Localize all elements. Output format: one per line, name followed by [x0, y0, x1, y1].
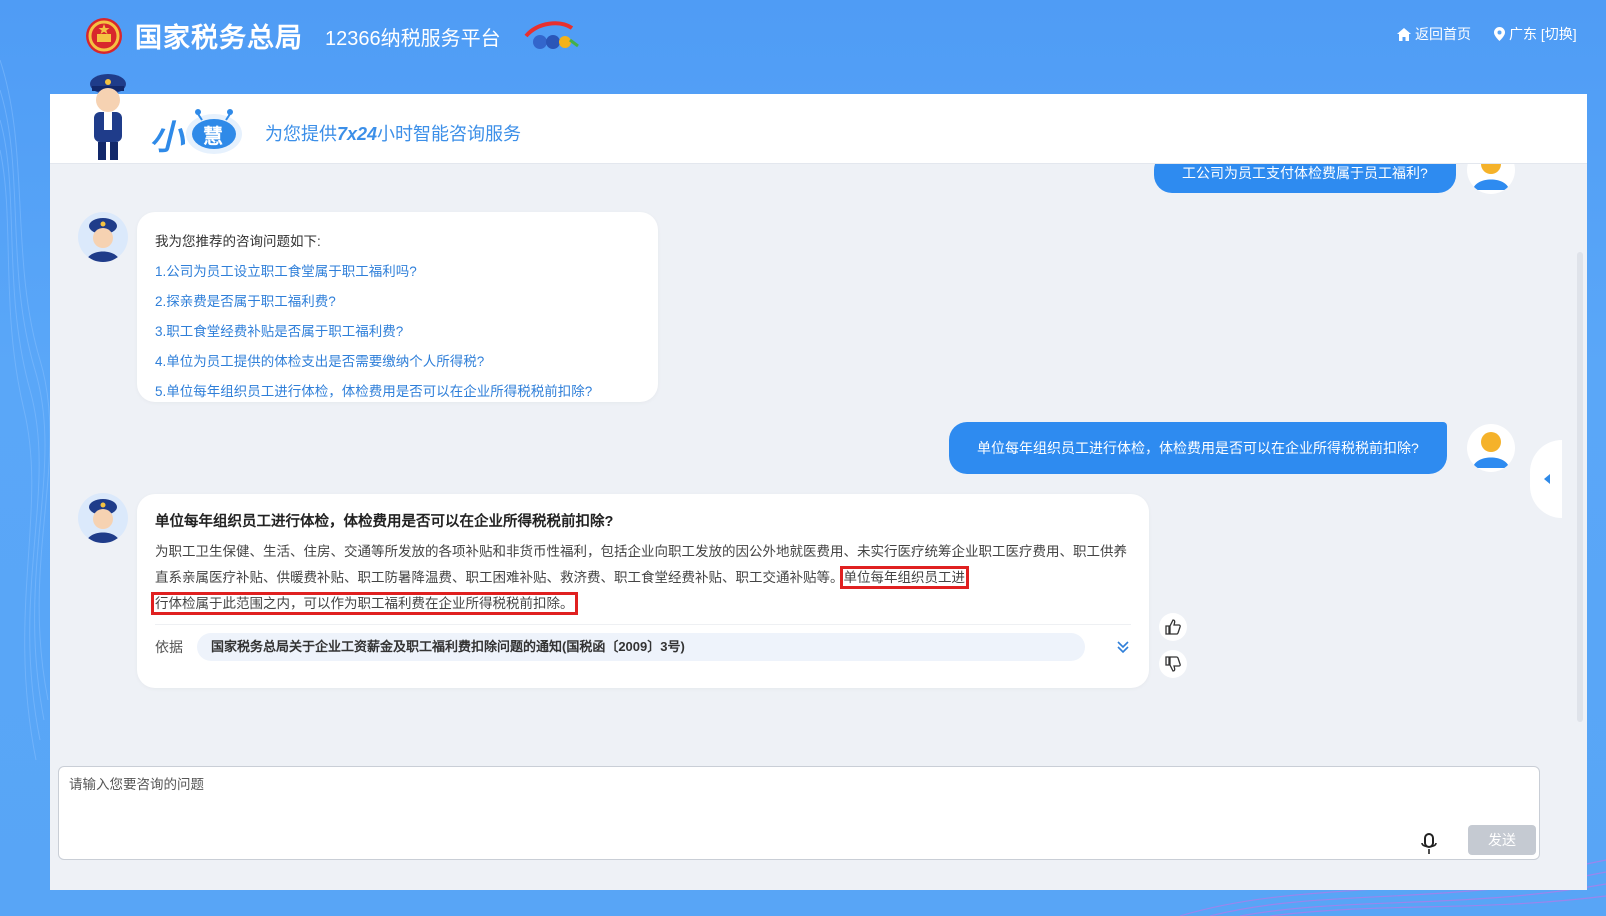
bot-avatar [78, 493, 128, 543]
double-chevron-down-icon[interactable] [1115, 639, 1131, 655]
home-link[interactable]: 返回首页 [1397, 24, 1471, 44]
dislike-button[interactable] [1159, 650, 1187, 678]
answer-highlight-part-1: 单位每年组织员工进 [839, 566, 969, 589]
user-message: 单位每年组织员工进行体检，体检费用是否可以在企业所得税税前扣除? [949, 422, 1447, 474]
answer-body-text: 为职工卫生保健、生活、住房、交通等所发放的各项补贴和非货币性福利，包括企业向职工… [155, 544, 1127, 585]
anniversary-logo-icon [524, 21, 579, 49]
tagline-prefix: 为您提供 [265, 124, 337, 144]
tax-officer-avatar-icon [86, 218, 120, 262]
tax-officer-mascot-icon [90, 74, 126, 160]
send-button[interactable]: 发送 [1468, 825, 1536, 855]
microphone-icon[interactable] [1419, 833, 1439, 855]
recommendation-card: 我为您推荐的咨询问题如下: 1.公司为员工设立职工食堂属于职工福利吗? 2.探亲… [137, 212, 658, 402]
scrollbar[interactable] [1577, 252, 1583, 722]
side-panel-toggle[interactable] [1530, 440, 1562, 518]
user-message-text: 工公司为员工支付体检费属于员工福利? [1182, 164, 1428, 181]
bot-avatar [78, 212, 128, 262]
answer-title: 单位每年组织员工进行体检，体检费用是否可以在企业所得税税前扣除? [155, 514, 614, 530]
chat-panel: 小 慧 为您提供7x24小时智能咨询服务 工公司为员工支付体检费属于员工福利? [50, 74, 1587, 890]
region-label: 广东 [切换] [1509, 26, 1577, 42]
recommended-question-3[interactable]: 3.职工食堂经费补贴是否属于职工福利费? [155, 320, 640, 340]
recommended-question-2[interactable]: 2.探亲费是否属于职工福利费? [155, 290, 640, 310]
answer-card: 单位每年组织员工进行体检，体检费用是否可以在企业所得税税前扣除? 为职工卫生保健… [137, 494, 1149, 688]
logo-char-hui: 慧 [203, 126, 223, 148]
user-avatar [1467, 164, 1515, 194]
user-message-text: 单位每年组织员工进行体检，体检费用是否可以在企业所得税税前扣除? [977, 440, 1419, 456]
caret-left-icon [1544, 474, 1550, 484]
thumbs-down-icon [1165, 656, 1181, 672]
basis-label: 依据 [155, 638, 183, 655]
region-switch[interactable]: 广东 [切换] [1494, 24, 1577, 44]
user-message: 工公司为员工支付体检费属于员工福利? [1154, 164, 1456, 193]
home-link-label: 返回首页 [1415, 26, 1471, 42]
assistant-tagline: 为您提供7x24小时智能咨询服务 [265, 120, 521, 146]
basis-document-link[interactable]: 国家税务总局关于企业工资薪金及职工福利费扣除问题的通知(国税函〔2009〕3号) [197, 632, 1085, 661]
location-pin-icon [1494, 27, 1505, 41]
basis-row: 依据 国家税务总局关于企业工资薪金及职工福利费扣除问题的通知(国税函〔2009〕… [155, 624, 1131, 661]
recommended-question-5[interactable]: 5.单位每年组织员工进行体检，体检费用是否可以在企业所得税税前扣除? [155, 380, 640, 400]
assistant-header: 小 慧 为您提供7x24小时智能咨询服务 [50, 74, 1587, 164]
xiaohui-logo: 小 慧 [150, 106, 250, 157]
question-input[interactable] [59, 767, 1539, 859]
user-avatar-icon [1473, 164, 1509, 190]
logo-char-xiao: 小 [150, 119, 184, 157]
national-emblem-icon [86, 18, 122, 54]
tagline-hours: 7x24 [337, 124, 378, 144]
answer-body: 为职工卫生保健、生活、住房、交通等所发放的各项补贴和非货币性福利，包括企业向职工… [151, 539, 1131, 617]
tax-officer-avatar-icon [86, 499, 120, 543]
user-avatar-icon [1473, 432, 1509, 468]
user-avatar [1467, 424, 1515, 472]
recommendation-intro: 我为您推荐的咨询问题如下: [155, 234, 321, 249]
like-button[interactable] [1159, 613, 1187, 641]
recommended-question-1[interactable]: 1.公司为员工设立职工食堂属于职工福利吗? [155, 260, 640, 280]
tagline-suffix: 小时智能咨询服务 [377, 124, 522, 144]
top-bar: 国家税务总局 12366纳税服务平台 返回首页 广东 [切换] [0, 0, 1606, 70]
recommended-question-4[interactable]: 4.单位为员工提供的体检支出是否需要缴纳个人所得税? [155, 350, 640, 370]
platform-title: 12366纳税服务平台 [325, 28, 501, 50]
home-icon [1397, 27, 1411, 41]
brand-title: 国家税务总局 [135, 23, 303, 53]
question-input-box: 发送 [58, 766, 1540, 860]
chat-history: 工公司为员工支付体检费属于员工福利? 我为您推荐的咨询问题如下: 1.公司为员工… [50, 164, 1587, 870]
answer-highlight-part-2: 行体检属于此范围之内，可以作为职工福利费在企业所得税税前扣除。 [151, 592, 578, 615]
thumbs-up-icon [1165, 619, 1181, 635]
